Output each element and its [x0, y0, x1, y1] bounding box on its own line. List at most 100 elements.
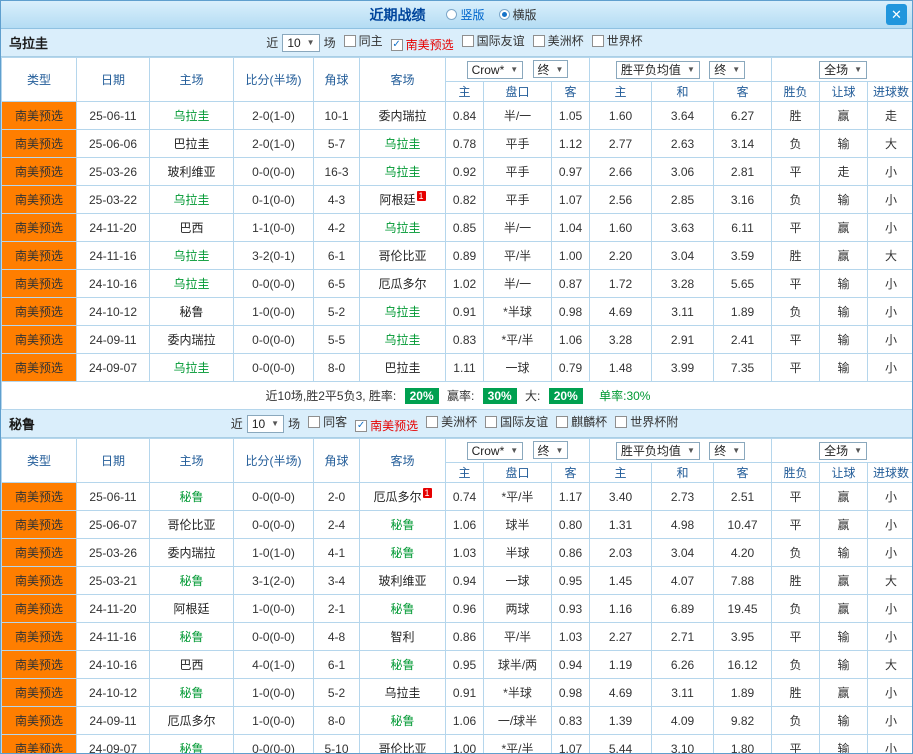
- odds-draw-cell: 3.28: [651, 269, 715, 298]
- subcol-result: 胜负: [771, 81, 821, 102]
- handicap-result-cell: 输: [819, 269, 869, 298]
- select-value: 终: [537, 443, 550, 458]
- full-match-select[interactable]: 全场 ▼: [819, 60, 867, 79]
- match-row: 南美预选 24-10-12 秘鲁 1-0(0-0) 5-2 乌拉圭 0.91 *半球 0.98 4…: [1, 297, 912, 326]
- select-value: 全场: [824, 63, 849, 77]
- corners-cell: 10-1: [313, 101, 360, 130]
- handicap-line-cell: *平/半: [483, 482, 552, 511]
- ah-odds-header: Crow* ▼ 终 ▼: [444, 438, 591, 463]
- odds-draw-cell: 4.07: [651, 566, 715, 595]
- subcol-line: 盘口: [483, 462, 552, 483]
- home-team-cell: 秘鲁: [149, 678, 234, 707]
- filter-checkbox-option[interactable]: 国际友谊: [485, 413, 548, 430]
- filter-checkbox-option[interactable]: ✓ 南美预选: [355, 417, 418, 434]
- handicap-result-cell: 赢: [819, 213, 869, 242]
- checkbox-icon: [532, 34, 545, 47]
- handicap-result-cell: 输: [819, 185, 869, 214]
- odds-draw-cell: 3.11: [651, 297, 715, 326]
- away-team-cell: 智利: [359, 622, 446, 651]
- result-cell: 胜: [771, 678, 821, 707]
- wdl-average-select[interactable]: 胜平负均值 ▼: [615, 60, 700, 79]
- filter-checkbox-option[interactable]: 同客: [308, 413, 347, 430]
- filter-checkbox-option[interactable]: 同主: [343, 32, 383, 49]
- ah-home-odds-cell: 0.94: [445, 566, 484, 595]
- team-label: 阿根廷: [379, 193, 416, 207]
- ah-final-select[interactable]: 终 ▼: [532, 441, 569, 460]
- col-header-home: 主场: [149, 57, 234, 102]
- odds-home-cell: 3.28: [589, 325, 653, 354]
- ah-home-odds-cell: 0.91: [445, 297, 484, 326]
- match-row: 南美预选 24-09-11 委内瑞拉 0-0(0-0) 5-5 乌拉圭 0.83 *平/半 1.…: [1, 325, 912, 354]
- window-title: 近期战绩: [369, 6, 426, 23]
- odds-draw-cell: 4.09: [651, 706, 715, 735]
- recent-count-select[interactable]: 10 ▼: [246, 414, 285, 433]
- odds-away-cell: 6.27: [713, 101, 773, 130]
- filter-checkboxes-0: 同主 ✓ 南美预选 国际友谊 美洲杯 世界杯: [340, 32, 647, 53]
- ah-home-odds-cell: 0.91: [445, 678, 484, 707]
- ah-home-odds-cell: 0.84: [445, 101, 484, 130]
- filter-checkbox-option[interactable]: 国际友谊: [461, 32, 525, 49]
- ah-away-odds-cell: 0.79: [550, 353, 591, 382]
- odds-away-cell: 3.14: [713, 129, 773, 158]
- subcol-win: 主: [589, 81, 653, 102]
- odds-company-select[interactable]: Crow* ▼: [466, 60, 524, 79]
- league-type-cell: 南美预选: [1, 482, 77, 511]
- close-button[interactable]: ✕: [886, 4, 907, 25]
- checkbox-icon: [615, 415, 628, 428]
- ah-away-odds-cell: 0.95: [550, 566, 591, 595]
- team-label: 乌拉圭: [384, 305, 421, 319]
- subcol-ah-away: 客: [550, 462, 591, 483]
- subcol-handicap: 让球: [819, 81, 869, 102]
- full-match-select[interactable]: 全场 ▼: [819, 441, 867, 460]
- ah-away-odds-cell: 0.97: [550, 157, 591, 186]
- checkbox-icon: [343, 34, 356, 47]
- filter-checkbox-option[interactable]: ✓ 南美预选: [390, 36, 454, 53]
- layout-option-vertical[interactable]: 竖版: [446, 6, 485, 23]
- team-label: 乌拉圭: [173, 249, 210, 263]
- match-date-cell: 25-06-11: [76, 482, 150, 511]
- handicap-result-cell: 输: [819, 538, 869, 567]
- score-cell: 0-0(0-0): [233, 269, 314, 298]
- result-cell: 平: [771, 269, 821, 298]
- ah-final-select[interactable]: 终 ▼: [532, 60, 569, 79]
- away-team-cell: 厄瓜多尔: [359, 269, 446, 298]
- handicap-result-cell: 输: [819, 650, 869, 679]
- wdl-final-select[interactable]: 终 ▼: [709, 60, 746, 79]
- team-label: 玻利维亚: [378, 574, 427, 588]
- odds-away-cell: 3.16: [713, 185, 773, 214]
- home-team-cell: 秘鲁: [149, 297, 234, 326]
- away-team-cell: 巴拉圭: [359, 353, 446, 382]
- match-row: 南美预选 24-11-20 阿根廷 1-0(0-0) 2-1 秘鲁 0.96 两球 0.93 1.…: [1, 594, 912, 623]
- wdl-final-select[interactable]: 终 ▼: [709, 441, 746, 460]
- filter-checkbox-option[interactable]: 麒麟杯: [556, 413, 607, 430]
- corners-cell: 5-5: [313, 325, 360, 354]
- recent-count-select[interactable]: 10 ▼: [282, 33, 320, 52]
- filter-checkbox-option[interactable]: 世界杯附: [615, 413, 678, 430]
- odds-company-select[interactable]: Crow* ▼: [466, 441, 524, 460]
- match-row: 南美预选 24-09-07 秘鲁 0-0(0-0) 5-10 哥伦比亚 1.00 *平/半 1.…: [1, 734, 912, 753]
- odds-away-cell: 2.41: [713, 325, 773, 354]
- home-team-cell: 阿根廷: [149, 594, 234, 623]
- match-row: 南美预选 24-09-11 厄瓜多尔 1-0(0-0) 8-0 秘鲁 1.06 一/球半 0.8…: [1, 706, 912, 735]
- score-cell: 1-0(0-0): [233, 594, 314, 623]
- match-date-cell: 24-10-12: [76, 678, 150, 707]
- handicap-line-cell: 一/球半: [483, 706, 552, 735]
- odds-home-cell: 1.60: [589, 213, 653, 242]
- odds-away-cell: 7.88: [713, 566, 773, 595]
- score-cell: 0-0(0-0): [233, 157, 314, 186]
- score-cell: 1-1(0-0): [233, 213, 314, 242]
- filter-checkbox-option[interactable]: 美洲杯: [426, 413, 477, 430]
- match-date-cell: 25-06-06: [76, 129, 150, 158]
- odds-home-cell: 4.69: [589, 678, 653, 707]
- match-row: 南美预选 25-06-06 巴拉圭 2-0(1-0) 5-7 乌拉圭 0.78 平手 1.12 2…: [1, 129, 912, 158]
- wdl-average-select[interactable]: 胜平负均值 ▼: [615, 441, 700, 460]
- filter-checkbox-option[interactable]: 世界杯: [591, 32, 643, 49]
- layout-option-horizontal[interactable]: 横版: [498, 6, 537, 23]
- matches-table-peru: 类型 日期 主场 比分(半场) 角球 客场 Crow* ▼ 终 ▼ 胜平负均值 ▼ 终…: [1, 438, 912, 753]
- result-cell: 平: [771, 353, 821, 382]
- odds-away-cell: 16.12: [713, 650, 773, 679]
- chevron-down-icon: ▼: [306, 38, 315, 47]
- filter-checkbox-option[interactable]: 美洲杯: [532, 32, 584, 49]
- team-label: 秘鲁: [179, 686, 204, 700]
- match-date-cell: 25-06-07: [76, 510, 150, 539]
